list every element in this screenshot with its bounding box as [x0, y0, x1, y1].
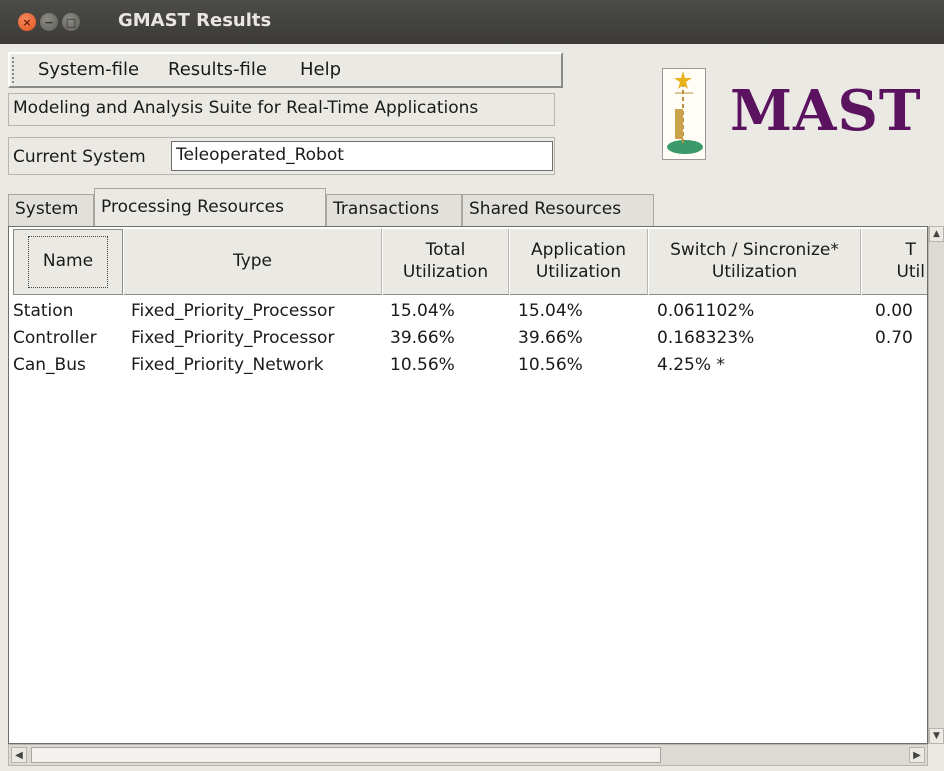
table-cell-total[interactable]: 39.66%	[390, 328, 455, 348]
column-header-total-utilization[interactable]: Total Utilization	[383, 229, 509, 295]
table-cell-name[interactable]: Controller	[13, 328, 97, 348]
maximize-window-button[interactable]: □	[62, 13, 80, 31]
processing-resources-table: Name Type Total Utilization Application …	[8, 226, 928, 744]
scrollbar-corner	[928, 744, 944, 766]
column-header-name[interactable]: Name	[13, 229, 123, 295]
vertical-scrollbar[interactable]: ▲ ▼	[928, 226, 944, 744]
column-header-application-utilization[interactable]: Application Utilization	[510, 229, 648, 295]
tab-shared-resources[interactable]: Shared Resources	[462, 194, 654, 226]
horizontal-scrollbar[interactable]: ◀ ▶	[8, 744, 928, 766]
column-header-timer-utilization[interactable]: T Util	[862, 229, 927, 295]
table-cell-switch[interactable]: 0.061102%	[657, 301, 754, 321]
table-cell-type[interactable]: Fixed_Priority_Network	[131, 355, 324, 375]
title-bar: × − □ GMAST Results	[0, 0, 944, 44]
scroll-left-icon[interactable]: ◀	[11, 747, 27, 763]
tab-processing-resources[interactable]: Processing Resources	[94, 188, 326, 226]
menu-system-file[interactable]: System-file	[38, 59, 139, 80]
column-header-switch-utilization[interactable]: Switch / Sincronize* Utilization	[649, 229, 861, 295]
horizontal-scroll-thumb[interactable]	[31, 747, 661, 763]
table-cell-total[interactable]: 10.56%	[390, 355, 455, 375]
table-cell-name[interactable]: Station	[13, 301, 73, 321]
table-cell-application[interactable]: 15.04%	[518, 301, 583, 321]
current-system-field[interactable]: Teleoperated_Robot	[171, 141, 553, 171]
table-cell-type[interactable]: Fixed_Priority_Processor	[131, 301, 334, 321]
menu-help[interactable]: Help	[300, 59, 341, 80]
scroll-right-icon[interactable]: ▶	[909, 747, 925, 763]
table-cell-application[interactable]: 10.56%	[518, 355, 583, 375]
table-cell-name[interactable]: Can_Bus	[13, 355, 86, 375]
current-system-panel: Current System Teleoperated_Robot	[8, 137, 555, 175]
table-cell-switch[interactable]: 0.168323%	[657, 328, 754, 348]
tab-system[interactable]: System	[8, 194, 94, 226]
current-system-label: Current System	[13, 147, 146, 167]
menu-results-file[interactable]: Results-file	[168, 59, 267, 80]
mast-logo-image	[662, 68, 706, 160]
menu-bar: System-file Results-file Help	[8, 52, 563, 88]
column-header-type[interactable]: Type	[124, 229, 382, 295]
table-cell-type[interactable]: Fixed_Priority_Processor	[131, 328, 334, 348]
table-cell-application[interactable]: 39.66%	[518, 328, 583, 348]
table-cell-switch[interactable]: 4.25% *	[657, 355, 725, 375]
table-cell-total[interactable]: 15.04%	[390, 301, 455, 321]
window-title: GMAST Results	[118, 10, 272, 31]
scroll-up-icon[interactable]: ▲	[929, 226, 944, 242]
suite-title: Modeling and Analysis Suite for Real-Tim…	[8, 93, 555, 126]
minimize-window-button[interactable]: −	[40, 13, 58, 31]
table-cell-timer[interactable]: 0.00	[875, 301, 913, 321]
scroll-down-icon[interactable]: ▼	[929, 728, 944, 744]
tab-transactions[interactable]: Transactions	[326, 194, 462, 226]
mast-logo-text: MAST	[730, 78, 922, 144]
menu-grip-handle[interactable]	[12, 57, 18, 83]
table-cell-timer[interactable]: 0.70	[875, 328, 913, 348]
close-window-button[interactable]: ×	[18, 13, 36, 31]
